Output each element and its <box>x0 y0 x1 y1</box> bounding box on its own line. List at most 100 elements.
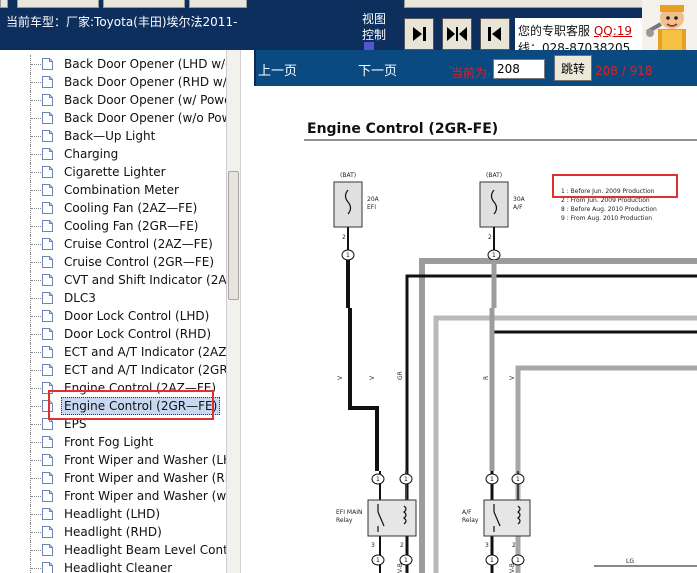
relay1-sub: Relay <box>336 517 353 524</box>
tree-item[interactable]: Front Wiper and Washer (w/ <box>0 487 226 505</box>
tree-guide-line <box>31 352 41 353</box>
fuse2-pin: 2 <box>488 234 492 241</box>
document-icon <box>42 328 53 340</box>
tree-item[interactable]: Back—Up Light <box>0 127 226 145</box>
af-relay <box>483 499 531 537</box>
top-toolbar-stub[interactable] <box>103 0 185 8</box>
relay2-pin-2: 2 <box>512 542 516 549</box>
prev-view-button[interactable] <box>404 18 434 50</box>
tree-guide-line <box>31 442 41 443</box>
tree-item[interactable]: Cooling Fan (2AZ—FE) <box>0 199 226 217</box>
next-page-icon <box>488 27 501 41</box>
tree-item[interactable]: Headlight Cleaner <box>0 559 226 573</box>
tree-guide-line <box>31 172 41 173</box>
tree-item-label: Charging <box>64 147 119 161</box>
frame-divider[interactable] <box>240 50 254 573</box>
tree-guide-line <box>31 244 41 245</box>
tree-guide-line <box>31 82 41 83</box>
tree-guide-line <box>31 406 41 407</box>
tree-item-label: Front Wiper and Washer (w/ <box>64 489 226 503</box>
main-panel: 上一页 下一页 当前为 跳转 208 / 918 Engine Control … <box>254 50 697 573</box>
tree-item[interactable]: Door Lock Control (RHD) <box>0 325 226 343</box>
document-icon <box>42 274 53 286</box>
document-icon <box>42 454 53 466</box>
tree-guide-line <box>31 424 41 425</box>
tree-item[interactable]: CVT and Shift Indicator (2AZ <box>0 271 226 289</box>
tree-item[interactable]: DLC3 <box>0 289 226 307</box>
support-phone: 线：028-87038205 <box>518 41 631 50</box>
tree-item[interactable]: Cruise Control (2GR—FE) <box>0 253 226 271</box>
tree-guide-line <box>31 190 41 191</box>
tree-item[interactable]: Front Wiper and Washer (RHD <box>0 469 226 487</box>
page-number-input[interactable] <box>493 59 545 79</box>
document-icon <box>42 508 53 520</box>
tree-item[interactable]: Headlight (RHD) <box>0 523 226 541</box>
relay1-pin-2: 2 <box>400 542 404 549</box>
top-toolbar-stub[interactable] <box>404 0 646 8</box>
document-icon <box>42 238 53 250</box>
tree-item[interactable]: Back Door Opener (LHD w/o <box>0 55 226 73</box>
tree-item[interactable]: Headlight Beam Level Contro <box>0 541 226 559</box>
document-icon <box>42 148 53 160</box>
tree-item[interactable]: Combination Meter <box>0 181 226 199</box>
connector-label: 1 <box>404 557 408 564</box>
document-icon <box>42 490 53 502</box>
relay2-pin-3: 3 <box>485 542 489 549</box>
tree-item[interactable]: ECT and A/T Indicator (2GR <box>0 361 226 379</box>
mascot-mechanic-icon <box>642 0 697 50</box>
tree-item-label: Front Wiper and Washer (LHD <box>64 453 226 467</box>
top-toolbar-stub[interactable] <box>0 0 8 8</box>
tree-item-label: CVT and Shift Indicator (2AZ <box>64 273 226 287</box>
wire-label-v: V <box>337 375 344 380</box>
tree-item-label: Cigarette Lighter <box>64 165 166 179</box>
next-view-button[interactable] <box>480 18 510 50</box>
tree-item[interactable]: Back Door Opener (w/o Power <box>0 109 226 127</box>
tree-item[interactable]: Headlight (LHD) <box>0 505 226 523</box>
document-icon <box>42 202 53 214</box>
tree-guide-line <box>31 226 41 227</box>
tree-item-label: Back Door Opener (w/ Power <box>64 93 226 107</box>
tree-guide-line <box>31 136 41 137</box>
tree-item[interactable]: ECT and A/T Indicator (2AZ- <box>0 343 226 361</box>
fit-view-button[interactable] <box>442 18 472 50</box>
legend-item: 8 : Before Aug. 2010 Production <box>561 206 657 213</box>
tree-item-label: ECT and A/T Indicator (2AZ- <box>64 345 226 359</box>
tree-item-label: Combination Meter <box>64 183 179 197</box>
tree-guide-line <box>31 568 41 569</box>
tree-item[interactable]: Front Wiper and Washer (LHD <box>0 451 226 469</box>
wire-label-lg: LG <box>626 558 634 565</box>
view-control-line1: 视图 <box>362 12 387 26</box>
selection-annotation-box <box>48 390 214 420</box>
tree-item-label: Headlight Cleaner <box>64 561 173 573</box>
view-control-line2: 控制 <box>362 28 387 42</box>
connector-label: 1 <box>516 557 520 564</box>
prev-page-link[interactable]: 上一页 <box>258 60 297 79</box>
tree-item[interactable]: Charging <box>0 145 226 163</box>
tree-guide-line <box>31 280 41 281</box>
wire-label-gr: GR <box>397 371 404 380</box>
document-icon <box>42 184 53 196</box>
top-toolbar-stub[interactable] <box>17 0 99 8</box>
sidebar-scrollbar[interactable] <box>226 50 240 573</box>
circuit-tree: Back Door Opener (LHD w/o Back Door Opene… <box>0 55 226 573</box>
tree-item[interactable]: Cigarette Lighter <box>0 163 226 181</box>
tree-item-label: ECT and A/T Indicator (2GR <box>64 363 226 377</box>
support-qq-link[interactable]: QQ:19 <box>594 24 632 38</box>
jump-button[interactable]: 跳转 <box>554 55 592 81</box>
tree-item-label: DLC3 <box>64 291 96 305</box>
tree-item[interactable]: Cruise Control (2AZ—FE) <box>0 235 226 253</box>
tree-item[interactable]: Door Lock Control (LHD) <box>0 307 226 325</box>
connector-label: 1 <box>490 557 494 564</box>
next-page-link[interactable]: 下一页 <box>358 60 397 79</box>
top-toolbar-stub[interactable] <box>189 0 247 8</box>
tree-item[interactable]: Back Door Opener (w/ Power <box>0 91 226 109</box>
tree-item-label: Headlight (LHD) <box>64 507 161 521</box>
document-icon <box>42 472 53 484</box>
scrollbar-thumb[interactable] <box>228 171 239 300</box>
tree-item[interactable]: Front Fog Light <box>0 433 226 451</box>
view-control-indicator <box>364 42 374 50</box>
connector-label: 1 <box>404 476 408 483</box>
tree-item[interactable]: Back Door Opener (RHD w/o <box>0 73 226 91</box>
support-text: 您的专职客服 <box>518 24 591 38</box>
tree-item[interactable]: Cooling Fan (2GR—FE) <box>0 217 226 235</box>
